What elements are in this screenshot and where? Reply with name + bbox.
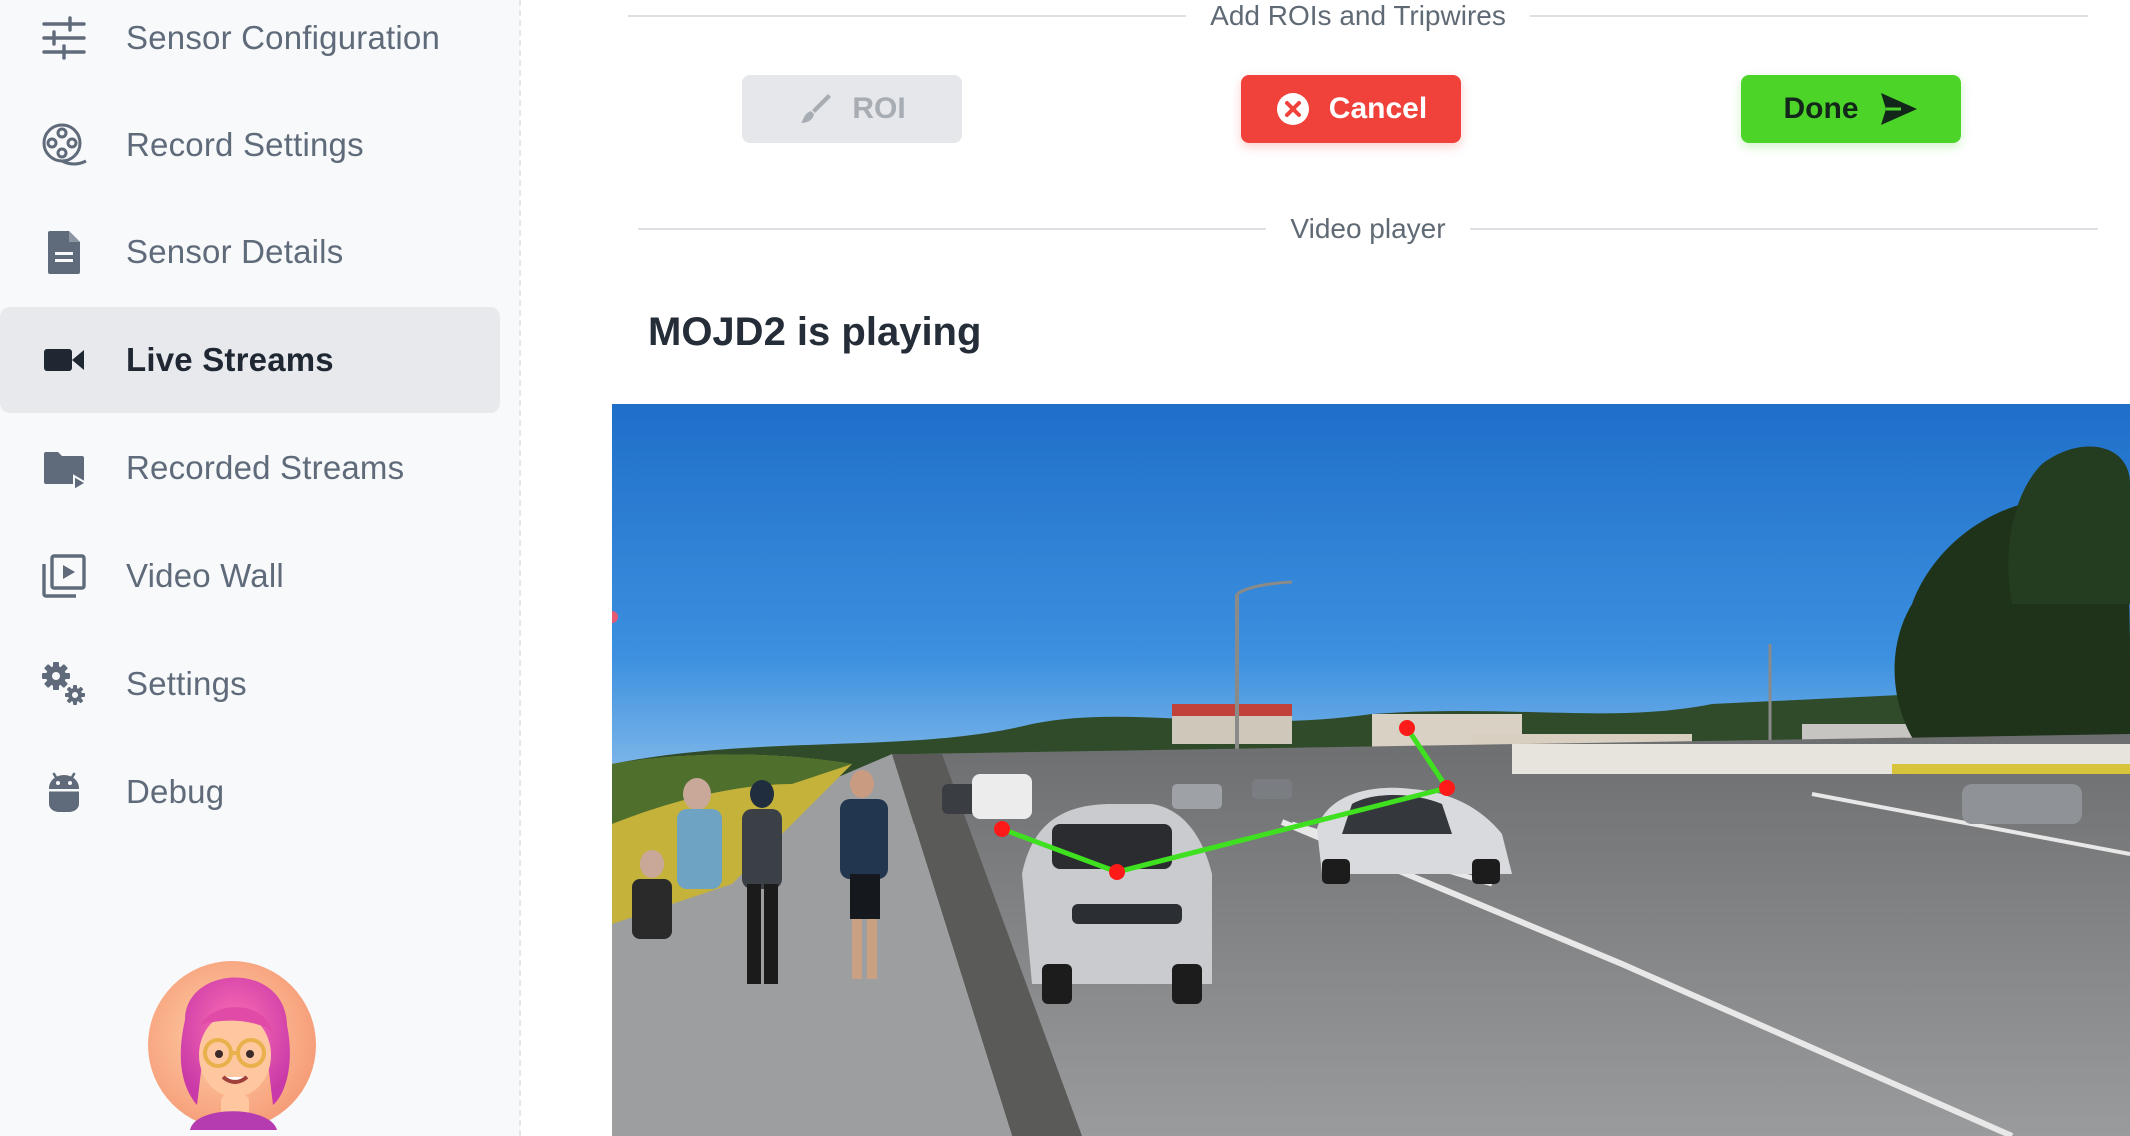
sidebar-divider <box>519 0 521 1136</box>
document-icon <box>36 224 92 280</box>
sidebar-item-label: Sensor Configuration <box>126 19 441 56</box>
sidebar-item-settings[interactable]: Settings <box>0 631 500 737</box>
gears-icon <box>36 656 92 712</box>
sidebar-item-debug[interactable]: Debug <box>0 739 500 845</box>
done-button[interactable]: Done <box>1741 75 1961 143</box>
sidebar-item-label: Record Settings <box>126 126 364 163</box>
sidebar-item-label: Live Streams <box>126 341 334 378</box>
sidebar-item-recorded-streams[interactable]: Recorded Streams <box>0 415 500 521</box>
sidebar-item-video-wall[interactable]: Video Wall <box>0 523 500 629</box>
roi-section-header: Add ROIs and Tripwires <box>628 0 2089 32</box>
sidebar-item-label: Settings <box>126 665 247 702</box>
send-icon <box>1880 93 1917 125</box>
video-camera-icon <box>36 332 92 388</box>
sidebar-item-label: Recorded Streams <box>126 449 405 486</box>
player-section-title: Video player <box>1290 213 1446 244</box>
sidebar: Sensor Configuration Record Settings Sen… <box>0 0 520 1136</box>
video-player[interactable] <box>612 404 2130 1136</box>
cancel-button-label: Cancel <box>1328 92 1428 125</box>
roi-button[interactable]: ROI <box>742 75 962 143</box>
sidebar-item-sensor-details[interactable]: Sensor Details <box>0 199 500 305</box>
main-content: Add ROIs and Tripwires ROI Cancel Done V… <box>612 0 2130 1136</box>
close-circle-icon <box>1276 93 1309 125</box>
sidebar-item-sensor-configuration[interactable]: Sensor Configuration <box>0 0 500 91</box>
sliders-icon <box>36 10 92 66</box>
brush-icon <box>801 94 832 123</box>
sidebar-item-label: Debug <box>126 773 225 810</box>
cancel-button[interactable]: Cancel <box>1241 75 1461 143</box>
avatar[interactable] <box>145 945 320 1130</box>
sidebar-item-label: Video Wall <box>126 557 284 594</box>
sidebar-item-label: Sensor Details <box>126 233 344 270</box>
now-playing-title: MOJD2 is playing <box>648 310 982 354</box>
sidebar-item-record-settings[interactable]: Record Settings <box>0 92 500 198</box>
player-section-header: Video player <box>638 212 2098 246</box>
roi-section-title: Add ROIs and Tripwires <box>1210 0 1506 31</box>
sidebar-item-live-streams[interactable]: Live Streams <box>0 307 500 413</box>
done-button-label: Done <box>1783 92 1859 125</box>
folder-play-icon <box>36 440 92 496</box>
android-icon <box>36 764 92 820</box>
film-reel-icon <box>36 117 92 173</box>
roi-button-label: ROI <box>852 92 906 125</box>
video-library-icon <box>36 548 92 604</box>
video-frame <box>612 404 2130 1136</box>
